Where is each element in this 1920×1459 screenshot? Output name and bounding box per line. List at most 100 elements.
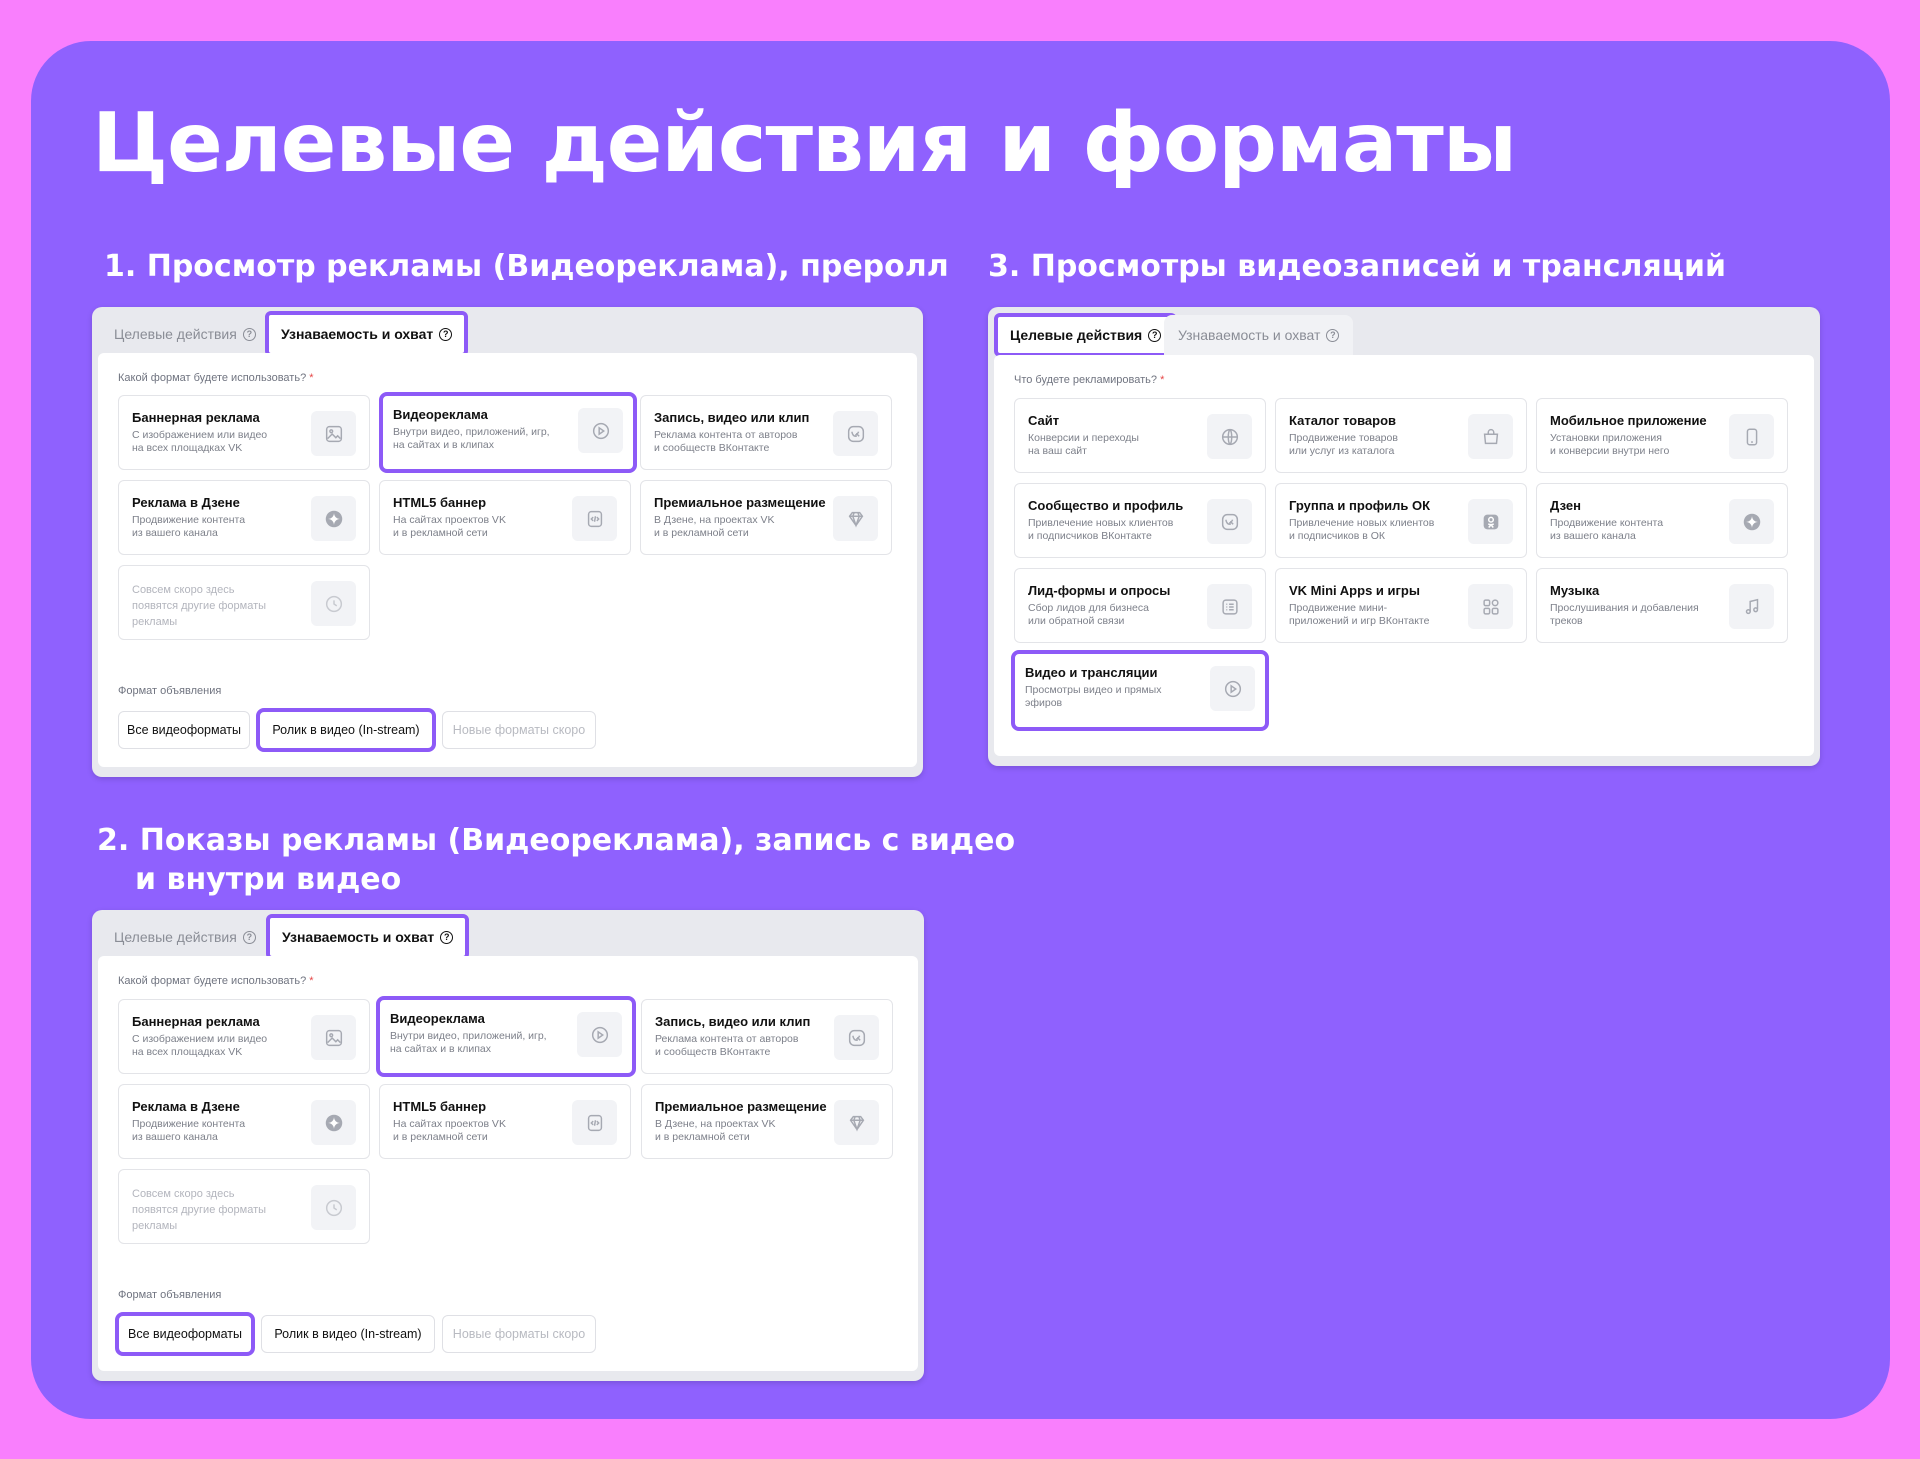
clock-icon — [311, 1185, 356, 1230]
diamond-icon — [834, 1100, 879, 1145]
option-title: VK Mini Apps и игры — [1289, 583, 1420, 598]
option-title: Видеореклама — [393, 407, 488, 422]
section-1-title: 1. Просмотр рекламы (Видеореклама), прер… — [104, 249, 949, 284]
option-desc: Прослушивания и добавления треков — [1550, 602, 1699, 627]
tab-target-actions[interactable]: Целевые действия ? — [100, 916, 270, 958]
option-dzen[interactable]: Реклама в Дзене Продвижение контента из … — [118, 1084, 370, 1159]
option-title: Видео и трансляции — [1025, 665, 1158, 680]
option-title: Сайт — [1028, 413, 1060, 428]
panel-section-3: Целевые действия ? Узнаваемость и охват … — [988, 307, 1820, 766]
play-icon — [577, 1012, 622, 1057]
option-desc: С изображением или видео на всех площадк… — [132, 429, 268, 454]
tab-awareness[interactable]: Узнаваемость и охват ? — [264, 311, 469, 357]
option-desc: Сбор лидов для бизнеса или обратной связ… — [1028, 602, 1149, 627]
option-title: Премиальное размещение — [654, 495, 826, 510]
option-post-video-clip[interactable]: Запись, видео или клип Реклама контента … — [641, 999, 893, 1074]
option-title: Премиальное размещение — [655, 1099, 827, 1114]
chip-all-video-formats[interactable]: Все видеоформаты — [115, 1312, 255, 1356]
option-desc: В Дзене, на проектах VK и в рекламной се… — [655, 1118, 776, 1143]
option-desc: Установки приложения и конверсии внутри … — [1550, 432, 1670, 457]
option-site[interactable]: Сайт Конверсии и переходы на ваш сайт — [1014, 398, 1266, 473]
option-html5[interactable]: HTML5 баннер На сайтах проектов VK и в р… — [379, 480, 631, 555]
code-icon — [572, 1100, 617, 1145]
option-lead-forms[interactable]: Лид-формы и опросы Сбор лидов для бизнес… — [1014, 568, 1266, 643]
panel-body: Что будете рекламировать? * Сайт Конверс… — [994, 355, 1814, 756]
page-title: Целевые действия и форматы — [92, 96, 1517, 191]
option-title: Видеореклама — [390, 1011, 485, 1026]
apps-icon — [1468, 584, 1513, 629]
chip-instream[interactable]: Ролик в видео (In-stream) — [261, 1315, 435, 1353]
option-post-video-clip[interactable]: Запись, видео или клип Реклама контента … — [640, 395, 892, 470]
option-video-ads[interactable]: Видеореклама Внутри видео, приложений, и… — [376, 996, 636, 1077]
option-premium[interactable]: Премиальное размещение В Дзене, на проек… — [641, 1084, 893, 1159]
tab-target-actions[interactable]: Целевые действия ? — [993, 313, 1178, 357]
tab-label: Целевые действия — [114, 326, 237, 342]
option-desc: Внутри видео, приложений, игр, на сайтах… — [393, 426, 550, 451]
help-icon: ? — [1148, 328, 1162, 342]
option-desc: Реклама контента от авторов и сообществ … — [654, 429, 798, 454]
section-2-title-line1: 2. Показы рекламы (Видеореклама), запись… — [97, 823, 1016, 858]
option-desc: Просмотры видео и прямых эфиров — [1025, 684, 1162, 709]
option-video-ads[interactable]: Видеореклама Внутри видео, приложений, и… — [379, 392, 637, 473]
panel-body: Какой формат будете использовать? * Банн… — [98, 353, 917, 767]
option-ok-group[interactable]: Группа и профиль ОК Привлечение новых кл… — [1275, 483, 1527, 558]
tab-bar: Целевые действия ? Узнаваемость и охват … — [92, 307, 923, 357]
panel-body: Какой формат будете использовать? * Банн… — [98, 956, 918, 1371]
help-icon: ? — [440, 930, 454, 944]
ad-format-label: Формат объявления — [118, 1289, 222, 1301]
chip-instream[interactable]: Ролик в видео (In-stream) — [256, 708, 436, 752]
option-premium[interactable]: Премиальное размещение В Дзене, на проек… — [640, 480, 892, 555]
option-mini-apps[interactable]: VK Mini Apps и игры Продвижение мини- пр… — [1275, 568, 1527, 643]
option-desc: На сайтах проектов VK и в рекламной сети — [393, 1118, 506, 1143]
vk-icon — [834, 1015, 879, 1060]
option-desc: Привлечение новых клиентов и подписчиков… — [1289, 517, 1435, 542]
option-title: Группа и профиль ОК — [1289, 498, 1431, 513]
option-title: Баннерная реклама — [132, 410, 260, 425]
option-title: Баннерная реклама — [132, 1014, 260, 1029]
option-title: Лид-формы и опросы — [1028, 583, 1171, 598]
chip-new-formats-soon: Новые форматы скоро — [442, 1315, 596, 1353]
tab-label: Узнаваемость и охват — [281, 326, 434, 342]
help-icon: ? — [242, 930, 256, 944]
option-title: Сообщество и профиль — [1028, 498, 1184, 513]
section-2-title-line2: и внутри видео — [135, 862, 402, 897]
bag-icon — [1468, 414, 1513, 459]
option-desc: Продвижение контента из вашего канала — [1550, 517, 1664, 542]
option-dzen[interactable]: Дзен Продвижение контента из вашего кана… — [1536, 483, 1788, 558]
option-banner[interactable]: Баннерная реклама С изображением или вид… — [118, 999, 370, 1074]
tab-bar: Целевые действия ? Узнаваемость и охват … — [92, 910, 924, 960]
ad-format-label: Формат объявления — [118, 685, 222, 697]
tab-label: Целевые действия — [1010, 327, 1143, 343]
dzen-icon — [311, 496, 356, 541]
globe-icon — [1207, 414, 1252, 459]
option-video-streams[interactable]: Видео и трансляции Просмотры видео и пря… — [1011, 650, 1269, 731]
music-icon — [1729, 584, 1774, 629]
vk-icon — [1207, 499, 1252, 544]
option-banner[interactable]: Баннерная реклама С изображением или вид… — [118, 395, 370, 470]
option-desc: Совсем скоро здесь появятся другие форма… — [132, 584, 267, 628]
option-title: Реклама в Дзене — [132, 1099, 240, 1114]
option-music[interactable]: Музыка Прослушивания и добавления треков — [1536, 568, 1788, 643]
ok-icon — [1468, 499, 1513, 544]
option-desc: Привлечение новых клиентов и подписчиков… — [1028, 517, 1174, 542]
help-icon: ? — [1326, 328, 1340, 342]
tab-awareness[interactable]: Узнаваемость и охват ? — [265, 914, 470, 960]
option-community[interactable]: Сообщество и профиль Привлечение новых к… — [1014, 483, 1266, 558]
image-icon — [311, 411, 356, 456]
option-html5[interactable]: HTML5 баннер На сайтах проектов VK и в р… — [379, 1084, 631, 1159]
tab-target-actions[interactable]: Целевые действия ? — [100, 313, 270, 355]
option-desc: С изображением или видео на всех площадк… — [132, 1033, 268, 1058]
tab-bar: Целевые действия ? Узнаваемость и охват … — [988, 307, 1820, 357]
option-catalog[interactable]: Каталог товаров Продвижение товаров или … — [1275, 398, 1527, 473]
tab-label: Целевые действия — [114, 929, 237, 945]
option-title: Реклама в Дзене — [132, 495, 240, 510]
chip-all-video-formats[interactable]: Все видеоформаты — [118, 711, 250, 749]
option-mobile-app[interactable]: Мобильное приложение Установки приложени… — [1536, 398, 1788, 473]
play-icon — [578, 408, 623, 453]
option-dzen[interactable]: Реклама в Дзене Продвижение контента из … — [118, 480, 370, 555]
tab-awareness[interactable]: Узнаваемость и охват ? — [1164, 315, 1354, 355]
option-desc: Внутри видео, приложений, игр, на сайтах… — [390, 1030, 547, 1055]
list-icon — [1207, 584, 1252, 629]
image-icon — [311, 1015, 356, 1060]
option-title: Дзен — [1550, 498, 1581, 513]
